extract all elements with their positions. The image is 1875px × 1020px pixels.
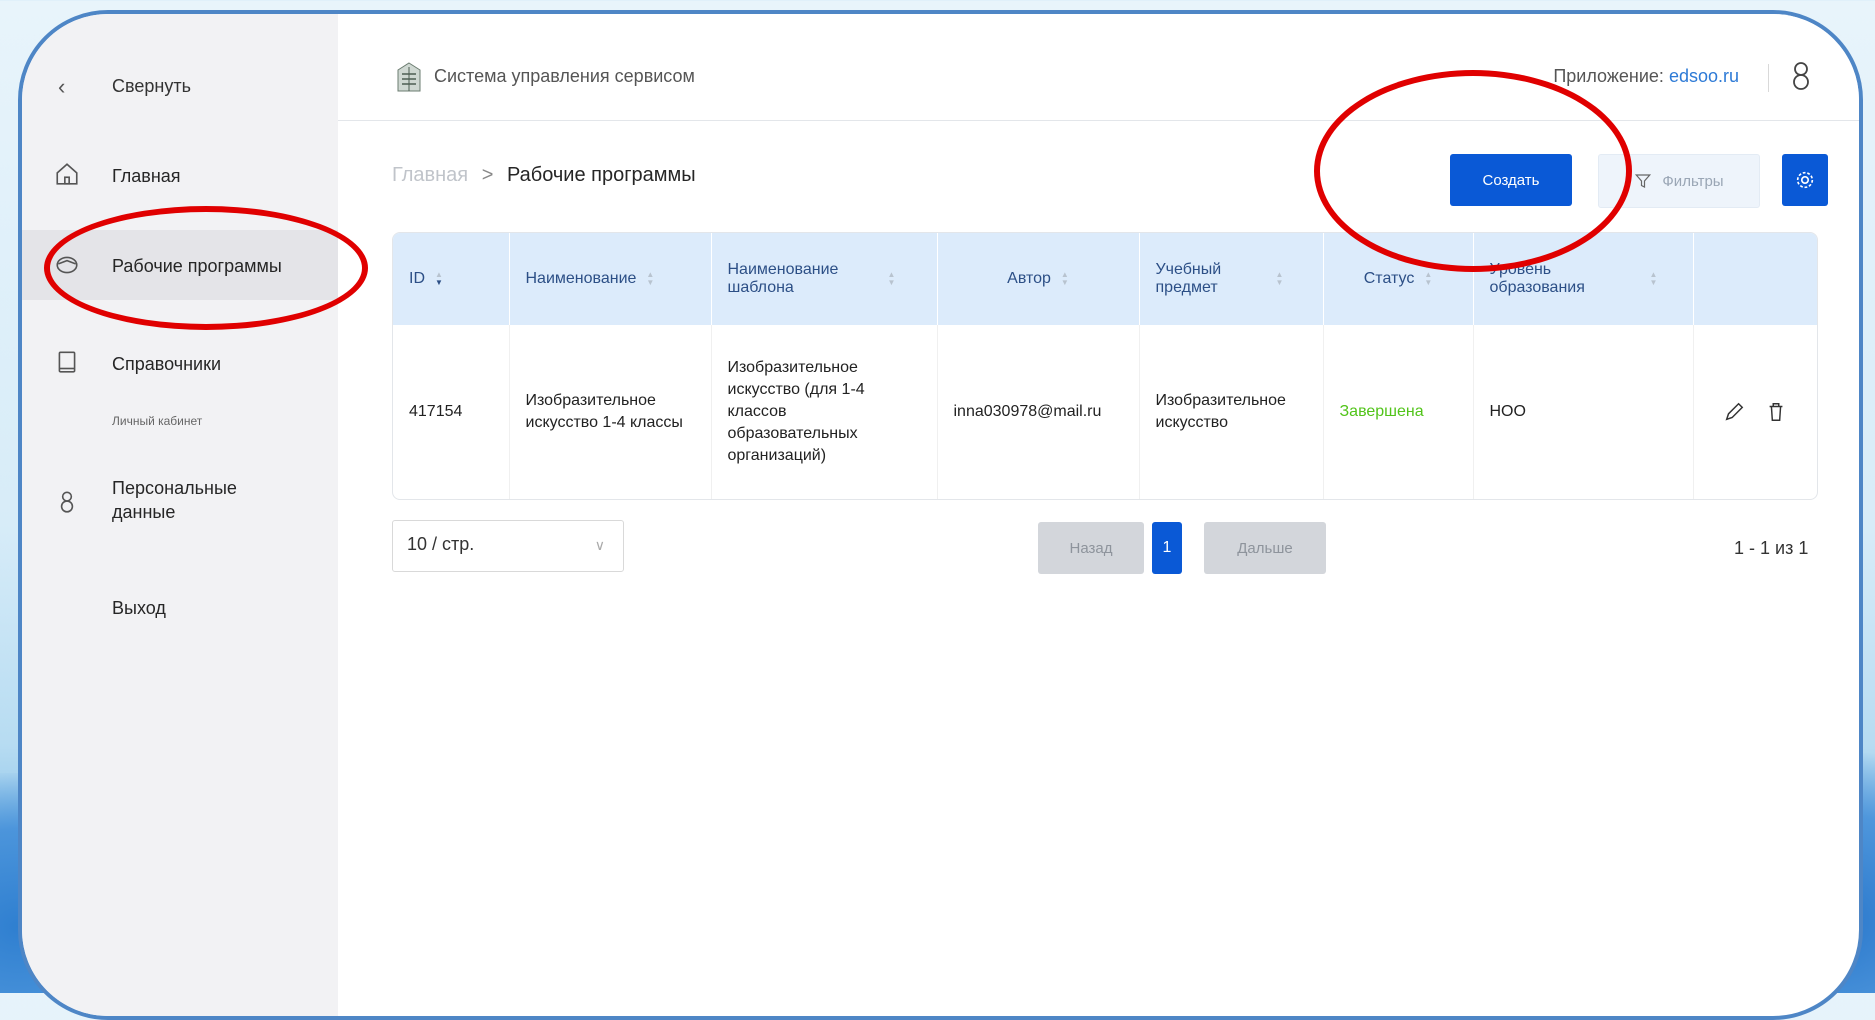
programs-table: ID ▲ ▼ Наименование ▲ ▼ Наименование шаблона… [392, 232, 1818, 500]
filter-button[interactable]: Фильтры [1598, 154, 1760, 208]
column-header-status[interactable]: Статус ▲ ▼ [1323, 233, 1474, 325]
status-badge: Завершена [1323, 325, 1474, 499]
sidebar-item-personal-data[interactable]: Персональные данные [22, 462, 338, 532]
sort-icon[interactable]: ▲ ▼ [1061, 271, 1069, 287]
home-icon [56, 163, 78, 185]
header-label: Статус [1363, 270, 1415, 287]
page-title: Рабочие программы [506, 164, 696, 186]
sidebar-item-label: Персональные данные [112, 478, 237, 522]
sidebar-item-logout[interactable]: Выход [22, 576, 338, 636]
sort-icon[interactable]: ▲ ▼ [1650, 271, 1658, 287]
collapse-button[interactable]: ‹ Свернуть [22, 62, 338, 110]
create-button[interactable]: Создать [1450, 154, 1572, 206]
sort-icon[interactable]: ▲ ▼ [888, 271, 896, 287]
cell-level: НОО [1473, 325, 1694, 499]
sidebar-item-directories[interactable]: Справочники [22, 332, 338, 392]
sidebar-item-label: Выход [112, 598, 166, 618]
cell-name: Изобразительное искусство 1-4 классы [509, 325, 712, 499]
sidebar-item-home[interactable]: Главная [22, 144, 338, 204]
cell-id: 417154 [393, 325, 510, 499]
header-label: Наименование шаблона [727, 261, 839, 296]
app-link[interactable]: edsoo.ru [1669, 66, 1739, 86]
breadcrumb-home[interactable]: Главная [392, 164, 468, 186]
filter-label: Фильтры [1662, 172, 1724, 190]
sort-icon[interactable]: ▲ ▼ [435, 271, 443, 287]
table-header-row: ID ▲ ▼ Наименование ▲ ▼ Наименование шаблона… [393, 233, 1817, 325]
sort-icon[interactable]: ▲ ▼ [646, 271, 654, 287]
sort-icon[interactable]: ▲ ▼ [1276, 271, 1284, 287]
system-title: Система управления сервисом [434, 66, 695, 86]
settings-button[interactable] [1782, 154, 1828, 206]
gear-icon [1796, 171, 1814, 189]
page-number-button[interactable]: 1 [1152, 522, 1182, 574]
sidebar-item-label: Справочники [112, 354, 222, 374]
building-logo-icon [397, 62, 421, 92]
user-icon [60, 491, 74, 513]
divider [1768, 64, 1769, 92]
page-size-select[interactable]: 10 / стр. ∨ [392, 520, 624, 572]
header-label: Учебный предмет [1155, 261, 1222, 296]
chevron-left-icon: ‹ [58, 74, 66, 99]
app-prefix: Приложение: [1553, 66, 1664, 86]
header-label: Автор [1007, 270, 1051, 287]
header-label: Наименование [525, 270, 637, 287]
column-header-name[interactable]: Наименование ▲ ▼ [509, 233, 712, 325]
breadcrumb-separator: > [481, 164, 494, 186]
sidebar-item-label: Рабочие программы [112, 256, 282, 276]
chevron-down-icon: ∨ [594, 537, 605, 553]
cell-author: inna030978@mail.ru [937, 325, 1140, 499]
user-icon[interactable] [1789, 60, 1813, 90]
top-bar: Система управления сервисом Приложение: … [338, 14, 1859, 121]
sidebar: ‹ Свернуть Главная Рабочие программы Спр… [22, 14, 338, 1016]
breadcrumb: Главная > Рабочие программы [392, 164, 696, 187]
sort-icon[interactable]: ▲ ▼ [1424, 271, 1432, 287]
section-caption: Личный кабинет [112, 414, 203, 428]
sidebar-item-label: Главная [112, 166, 181, 186]
app-indicator: Приложение: edsoo.ru [1553, 66, 1739, 87]
header-label: Уровень образования [1489, 261, 1585, 296]
app-window: ‹ Свернуть Главная Рабочие программы Спр… [18, 10, 1863, 1020]
table-row[interactable]: 417154 Изобразительное искусство 1-4 кла… [393, 325, 1817, 499]
book-icon [58, 351, 76, 373]
row-actions [1693, 325, 1817, 499]
column-header-level[interactable]: Уровень образования ▲ ▼ [1473, 233, 1694, 325]
filter-icon [1635, 174, 1652, 188]
sidebar-item-work-programs[interactable]: Рабочие программы [22, 230, 338, 300]
cell-template: Изобразительное искусство (для 1-4 класс… [711, 325, 938, 499]
graduation-cap-icon [56, 256, 78, 274]
column-header-subject[interactable]: Учебный предмет ▲ ▼ [1139, 233, 1324, 325]
header-label: ID [409, 270, 425, 287]
delete-icon[interactable] [1765, 399, 1787, 425]
collapse-label: Свернуть [112, 76, 191, 96]
page-size-value: 10 / стр. [407, 534, 475, 554]
prev-page-button[interactable]: Назад [1038, 522, 1144, 574]
column-header-id[interactable]: ID ▲ ▼ [393, 233, 510, 325]
column-header-template[interactable]: Наименование шаблона ▲ ▼ [711, 233, 938, 325]
column-header-actions [1693, 233, 1817, 325]
pagination-range: 1 - 1 из 1 [1734, 538, 1809, 558]
edit-icon[interactable] [1723, 399, 1745, 425]
column-header-author[interactable]: Автор ▲ ▼ [937, 233, 1140, 325]
next-page-button[interactable]: Дальше [1204, 522, 1326, 574]
cell-subject: Изобразительное искусство [1139, 325, 1324, 499]
